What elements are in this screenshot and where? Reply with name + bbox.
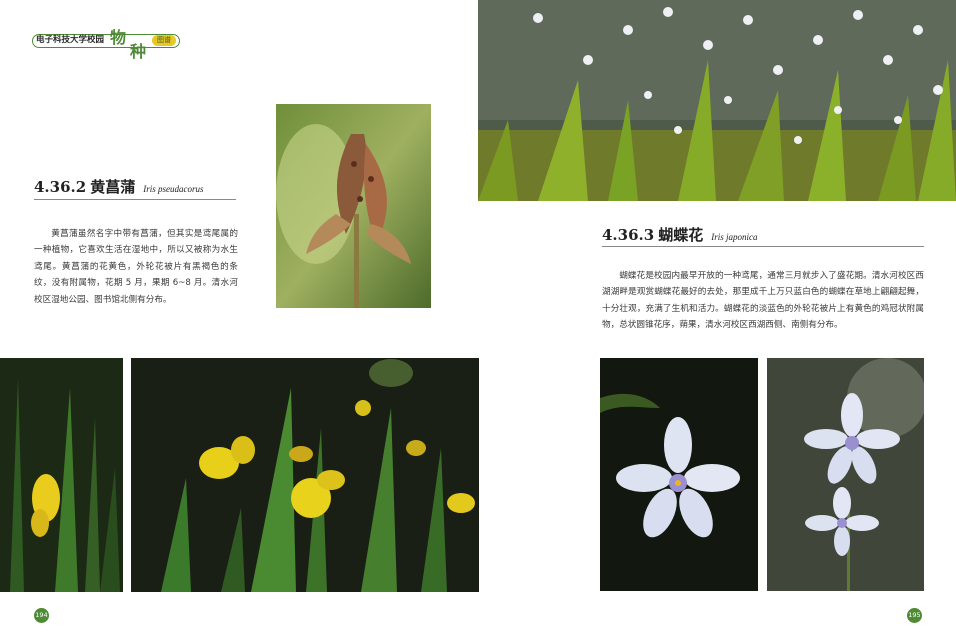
photo-japonica-pair: [767, 358, 924, 591]
right-section-number: 4.36.3: [602, 226, 655, 244]
left-title-rule: [34, 199, 236, 200]
photo-japonica-single: [600, 358, 758, 591]
logo-char-zhong: 种: [130, 42, 147, 61]
photo-yellow-iris-cluster: [131, 358, 479, 592]
right-title-rule: [602, 246, 924, 247]
left-title-cn: 黄菖蒲: [90, 178, 136, 196]
logo-school-name: 电子科技大学校园: [36, 35, 105, 45]
right-section-title: 4.36.3 蝴蝶花 Iris japonica: [602, 224, 757, 245]
photo-yellow-iris-closeup: [0, 358, 123, 592]
left-section-number: 4.36.2: [34, 178, 87, 196]
right-page-number: 195: [907, 608, 922, 623]
logo-tag: 图谱: [152, 35, 176, 46]
logo-char-wu: 物: [110, 28, 127, 47]
left-title-latin: Iris pseudacorus: [143, 184, 204, 194]
right-body-text: 蝴蝶花是校园内最早开放的一种鸢尾，通常三月就步入了盛花期。清水河校区西湖湖畔是观…: [602, 271, 924, 331]
photo-japonica-field: [478, 0, 956, 201]
right-title-latin: Iris japonica: [711, 232, 758, 242]
photo-withered-iris: [276, 104, 431, 308]
left-body-text: 黄菖蒲虽然名字中带有菖蒲，但其实是鸢尾属的一种植物，它喜欢生活在湿地中，所以又被…: [34, 229, 238, 305]
left-section-title: 4.36.2 黄菖蒲 Iris pseudacorus: [34, 176, 203, 197]
right-title-cn: 蝴蝶花: [658, 226, 704, 244]
left-page-number: 194: [34, 608, 49, 623]
book-logo: 电子科技大学校园 物 种 图谱: [32, 26, 182, 61]
